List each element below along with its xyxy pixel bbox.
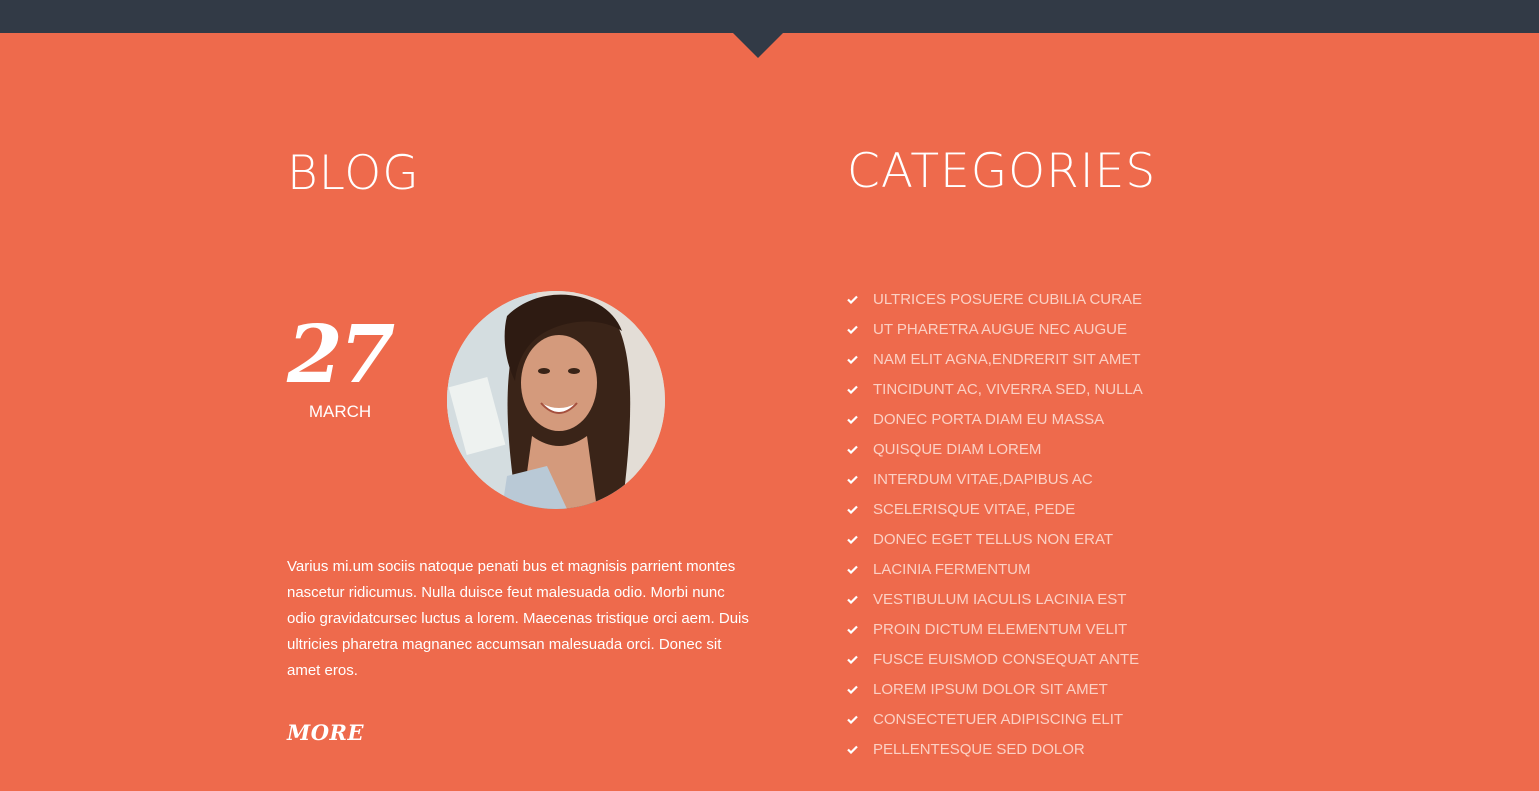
post-image[interactable] <box>447 291 665 509</box>
category-item: ULTRICES POSUERE CUBILIA CURAE <box>847 284 1143 314</box>
check-icon <box>847 415 873 424</box>
category-item: CONSECTETUER ADIPISCING ELIT <box>847 704 1143 734</box>
category-item: SCELERISQUE VITAE, PEDE <box>847 494 1143 524</box>
categories-title: CATEGORIES <box>847 144 1157 199</box>
category-link[interactable]: DONEC EGET TELLUS NON ERAT <box>873 531 1113 548</box>
category-link[interactable]: TINCIDUNT AC, VIVERRA SED, NULLA <box>873 381 1143 398</box>
category-link[interactable]: PELLENTESQUE SED DOLOR <box>873 741 1085 758</box>
category-item: PROIN DICTUM ELEMENTUM VELIT <box>847 614 1143 644</box>
category-link[interactable]: VESTIBULUM IACULIS LACINIA EST <box>873 591 1126 608</box>
check-icon <box>847 595 873 604</box>
post-date-day: 27 <box>287 307 395 401</box>
category-item: LOREM IPSUM DOLOR SIT AMET <box>847 674 1143 704</box>
category-item: LACINIA FERMENTUM <box>847 554 1143 584</box>
check-icon <box>847 385 873 394</box>
check-icon <box>847 715 873 724</box>
check-icon <box>847 565 873 574</box>
category-link[interactable]: LOREM IPSUM DOLOR SIT AMET <box>873 681 1108 698</box>
category-link[interactable]: UT PHARETRA AUGUE NEC AUGUE <box>873 321 1127 338</box>
category-item: UT PHARETRA AUGUE NEC AUGUE <box>847 314 1143 344</box>
category-link[interactable]: FUSCE EUISMOD CONSEQUAT ANTE <box>873 651 1139 668</box>
category-link[interactable]: NAM ELIT AGNA,ENDRERIT SIT AMET <box>873 351 1141 368</box>
post-excerpt: Varius mi.um sociis natoque penati bus e… <box>287 558 749 679</box>
check-icon <box>847 745 873 754</box>
category-item: VESTIBULUM IACULIS LACINIA EST <box>847 584 1143 614</box>
check-icon <box>847 475 873 484</box>
check-icon <box>847 295 873 304</box>
more-link[interactable]: MORE <box>287 720 364 745</box>
category-link[interactable]: PROIN DICTUM ELEMENTUM VELIT <box>873 621 1127 638</box>
category-link[interactable]: INTERDUM VITAE,DAPIBUS AC <box>873 471 1093 488</box>
category-link[interactable]: ULTRICES POSUERE CUBILIA CURAE <box>873 291 1142 308</box>
check-icon <box>847 325 873 334</box>
category-item: NAM ELIT AGNA,ENDRERIT SIT AMET <box>847 344 1143 374</box>
post-date-month: MARCH <box>308 402 372 421</box>
check-icon <box>847 355 873 364</box>
category-item: INTERDUM VITAE,DAPIBUS AC <box>847 464 1143 494</box>
category-item: FUSCE EUISMOD CONSEQUAT ANTE <box>847 644 1143 674</box>
category-link[interactable]: DONEC PORTA DIAM EU MASSA <box>873 411 1104 428</box>
categories-list: ULTRICES POSUERE CUBILIA CURAE UT PHARET… <box>847 284 1143 764</box>
blog-title: BLOG <box>287 146 420 201</box>
category-item: QUISQUE DIAM LOREM <box>847 434 1143 464</box>
check-icon <box>847 535 873 544</box>
category-link[interactable]: CONSECTETUER ADIPISCING ELIT <box>873 711 1123 728</box>
category-item: DONEC EGET TELLUS NON ERAT <box>847 524 1143 554</box>
check-icon <box>847 655 873 664</box>
check-icon <box>847 505 873 514</box>
category-item: PELLENTESQUE SED DOLOR <box>847 734 1143 764</box>
category-link[interactable]: QUISQUE DIAM LOREM <box>873 441 1041 458</box>
category-item: TINCIDUNT AC, VIVERRA SED, NULLA <box>847 374 1143 404</box>
top-bar-pointer <box>733 33 783 58</box>
check-icon <box>847 625 873 634</box>
category-link[interactable]: LACINIA FERMENTUM <box>873 561 1031 578</box>
category-item: DONEC PORTA DIAM EU MASSA <box>847 404 1143 434</box>
category-link[interactable]: SCELERISQUE VITAE, PEDE <box>873 501 1075 518</box>
check-icon <box>847 445 873 454</box>
check-icon <box>847 685 873 694</box>
top-bar <box>0 0 1539 33</box>
